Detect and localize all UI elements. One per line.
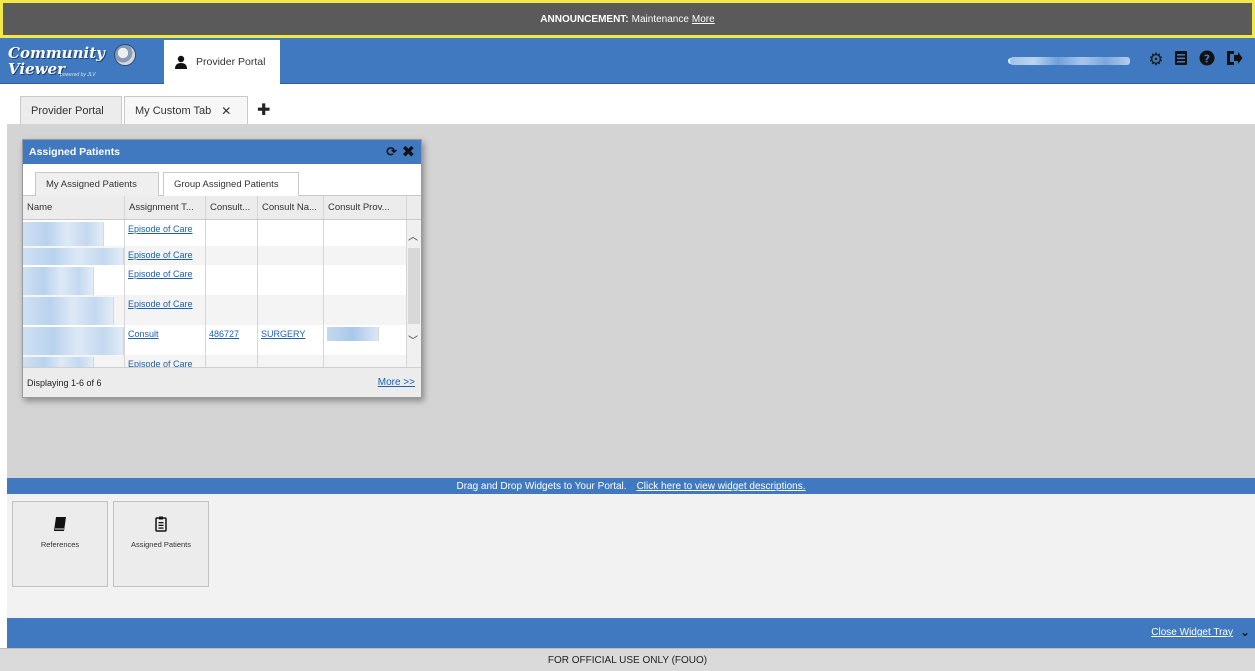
tab-my-custom-tab[interactable]: My Custom Tab ✕ (124, 96, 248, 124)
tile-label: Assigned Patients (130, 540, 192, 549)
consult-name-cell (258, 220, 324, 246)
consult-provider-cell (324, 220, 407, 246)
logo-line2: Viewer (8, 60, 65, 78)
patient-name-redacted (23, 295, 125, 325)
patient-name-redacted (23, 220, 125, 246)
chevron-up-icon[interactable]: ︿ (408, 228, 418, 243)
logout-icon[interactable] (1224, 50, 1244, 70)
widget-tray: References Assigned Patients (7, 494, 1255, 618)
column-header-consult-provider[interactable]: Consult Prov... (324, 196, 407, 219)
close-icon[interactable]: ✖ (402, 142, 415, 162)
widget-tile-references[interactable]: References (12, 501, 108, 587)
close-tab-icon[interactable]: ✕ (221, 104, 231, 118)
tab-group-assigned-patients[interactable]: Group Assigned Patients (163, 172, 299, 196)
close-widget-tray-link[interactable]: Close Widget Tray (1151, 627, 1233, 638)
announcement-label: ANNOUNCEMENT: (540, 13, 629, 25)
add-tab-icon[interactable]: ✚ (257, 100, 270, 120)
widget-tabs: My Assigned Patients Group Assigned Pati… (23, 164, 421, 196)
portal-tabs: Provider Portal My Custom Tab ✕ ✚ (0, 84, 1255, 124)
va-seal-icon (114, 44, 136, 66)
patients-grid: Name Assignment T... Consult... Consult … (23, 196, 421, 368)
widget-tab-label: Group Assigned Patients (174, 179, 279, 190)
table-row[interactable]: Consult 486727 SURGERY (23, 325, 421, 355)
table-row[interactable]: Episode of Care (23, 220, 421, 246)
user-icon (175, 55, 187, 69)
widget-footer: Displaying 1-6 of 6 More >> (23, 367, 421, 397)
scrollbar-thumb[interactable] (408, 248, 420, 324)
consult-name-cell (258, 295, 324, 325)
tab-label: My Custom Tab (135, 104, 212, 117)
announcement-bar: ANNOUNCEMENT: Maintenance More (0, 0, 1255, 38)
assigned-patients-widget[interactable]: Assigned Patients ⟳ ✖ My Assigned Patien… (22, 139, 422, 398)
consult-provider-cell (324, 265, 407, 295)
grid-header: Name Assignment T... Consult... Consult … (23, 196, 421, 220)
provider-name-redacted (327, 327, 379, 341)
close-tray-bar: Close Widget Tray ⌄ (7, 618, 1255, 648)
tile-label: References (40, 540, 80, 549)
display-count: Displaying 1-6 of 6 (27, 377, 102, 388)
assignment-link[interactable]: Episode of Care (128, 250, 193, 260)
drag-drop-text: Drag and Drop Widgets to Your Portal. (456, 480, 627, 492)
widget-tile-assigned-patients[interactable]: Assigned Patients (113, 501, 209, 587)
widget-descriptions-link[interactable]: Click here to view widget descriptions. (637, 481, 806, 492)
assignment-link[interactable]: Episode of Care (128, 299, 193, 309)
svg-text:?: ? (1204, 52, 1210, 65)
consult-provider-cell (324, 295, 407, 325)
consult-provider-cell (324, 325, 407, 355)
column-header-consult-name[interactable]: Consult Na... (258, 196, 324, 219)
patient-name-redacted (23, 246, 125, 265)
column-header-consult[interactable]: Consult... (206, 196, 258, 219)
consult-name-cell (258, 246, 324, 265)
fouo-text: FOR OFFICIAL USE ONLY (FOUO) (547, 654, 708, 666)
assignment-link[interactable]: Episode of Care (128, 269, 193, 279)
widget-tab-label: My Assigned Patients (46, 179, 137, 190)
patient-name-redacted (23, 265, 125, 295)
list-icon[interactable] (1171, 50, 1191, 70)
widget-tray-banner: Drag and Drop Widgets to Your Portal. Cl… (7, 478, 1255, 494)
announcement-more-link[interactable]: More (692, 14, 715, 25)
table-row[interactable]: Episode of Care (23, 295, 421, 325)
gear-icon[interactable]: ⚙ (1146, 50, 1166, 70)
refresh-icon[interactable]: ⟳ (386, 144, 397, 160)
app-root: ANNOUNCEMENT: Maintenance More Community… (0, 0, 1255, 671)
assignment-link[interactable]: Episode of Care (128, 224, 193, 234)
provider-portal-button[interactable]: Provider Portal (164, 40, 280, 84)
tab-provider-portal[interactable]: Provider Portal (20, 96, 122, 124)
grid-scrollbar[interactable]: ︿ ﹀ (407, 220, 421, 368)
announcement-text: Maintenance (631, 13, 689, 25)
provider-portal-label: Provider Portal (196, 56, 266, 68)
consult-cell (206, 246, 258, 265)
consult-id-link[interactable]: 486727 (209, 329, 239, 339)
assignment-link[interactable]: Consult (128, 329, 159, 339)
app-header: Community Viewer powered by JLV Provider… (0, 38, 1255, 84)
table-row[interactable]: Episode of Care (23, 265, 421, 295)
community-viewer-logo[interactable]: Community Viewer powered by JLV (8, 42, 158, 80)
widget-title: Assigned Patients (29, 146, 121, 158)
widget-header[interactable]: Assigned Patients ⟳ ✖ (23, 140, 421, 164)
table-row[interactable]: Episode of Care (23, 246, 421, 265)
column-header-assignment[interactable]: Assignment T... (125, 196, 206, 219)
tab-label: Provider Portal (31, 104, 104, 117)
consult-cell (206, 220, 258, 246)
consult-provider-cell (324, 246, 407, 265)
logo-subtitle: powered by JLV (60, 72, 96, 78)
fouo-footer: FOR OFFICIAL USE ONLY (FOUO) (0, 648, 1255, 671)
column-header-name[interactable]: Name (23, 196, 125, 219)
chevron-down-icon[interactable]: ⌄ (1240, 625, 1250, 639)
more-link[interactable]: More >> (378, 377, 415, 388)
tab-my-assigned-patients[interactable]: My Assigned Patients (35, 172, 159, 196)
book-icon (53, 516, 67, 534)
consult-name-link[interactable]: SURGERY (261, 329, 305, 339)
chevron-down-icon[interactable]: ﹀ (408, 332, 418, 347)
help-icon[interactable]: ? (1197, 50, 1217, 70)
consult-name-cell (258, 265, 324, 295)
clipboard-icon (155, 516, 167, 534)
patient-name-redacted (23, 325, 125, 355)
consult-cell (206, 295, 258, 325)
user-name-redacted (1010, 57, 1130, 65)
consult-cell (206, 265, 258, 295)
